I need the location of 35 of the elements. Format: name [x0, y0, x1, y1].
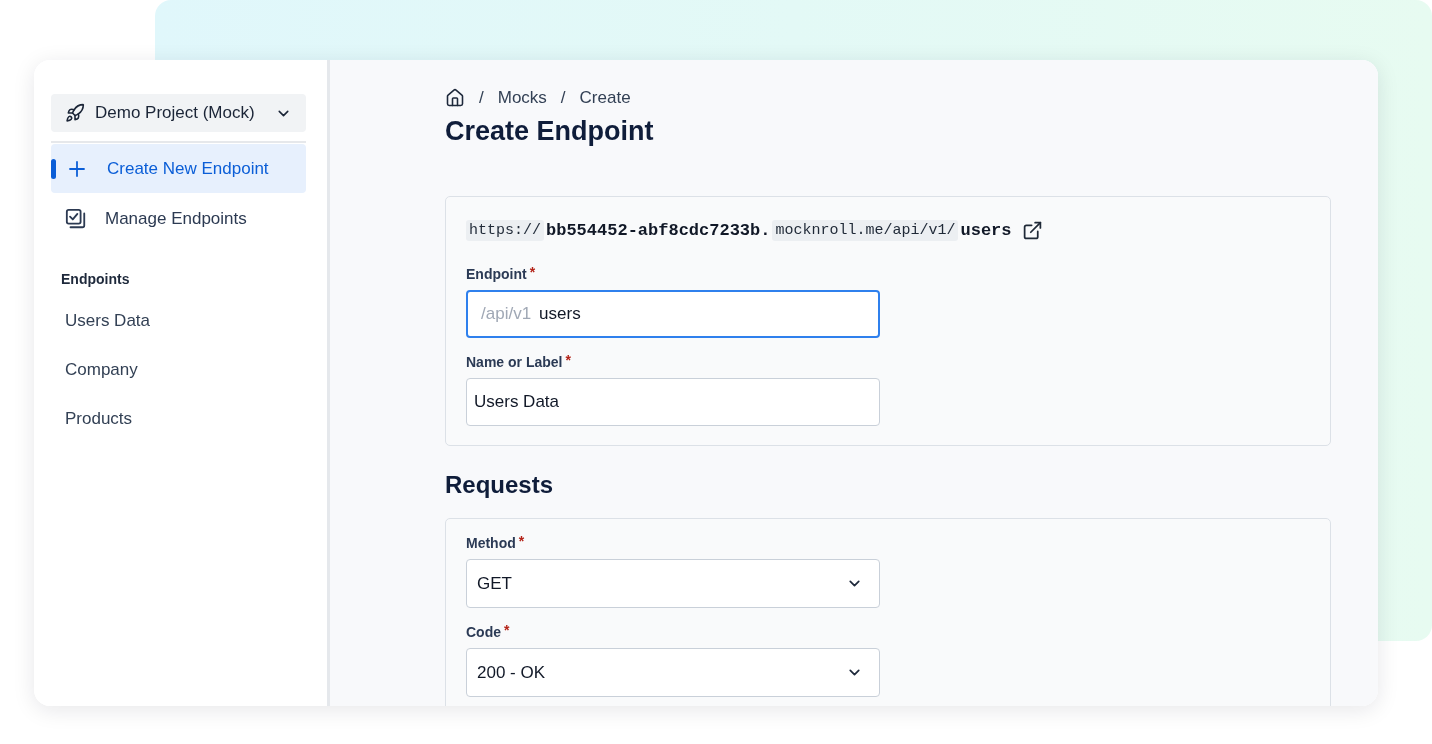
- sidebar-endpoint-item[interactable]: Users Data: [51, 296, 306, 345]
- page-title: Create Endpoint: [445, 115, 655, 148]
- breadcrumb-separator: /: [479, 88, 484, 108]
- breadcrumb-separator: /: [560, 88, 566, 108]
- dropdown-select[interactable]: GET: [466, 559, 880, 608]
- required-mark: *: [518, 534, 525, 548]
- rocket-icon: [65, 103, 85, 123]
- url-code-text: mocknroll.me/api/v1/: [772, 219, 959, 241]
- field-label: Code: [466, 623, 501, 641]
- input-prefix: /api/v1: [481, 304, 532, 324]
- url-bold-text: bb554452-abf8cdc7233b.: [545, 220, 772, 240]
- dropdown-select[interactable]: 200 - OK: [466, 648, 880, 697]
- sidebar-endpoint-item[interactable]: Products: [51, 394, 306, 443]
- text-input[interactable]: Users Data: [466, 378, 880, 426]
- url-code-text: https://: [466, 219, 544, 241]
- home-icon[interactable]: [445, 88, 465, 108]
- sidebar-nav-item[interactable]: Create New Endpoint: [51, 144, 306, 193]
- field-label: Name or Label: [466, 353, 563, 371]
- required-mark: *: [529, 265, 536, 279]
- url-bold-text: users: [959, 220, 1013, 240]
- stacked-checkbox-icon: [65, 207, 87, 230]
- required-mark: *: [504, 623, 510, 637]
- sidebar-endpoint-item[interactable]: Company: [51, 345, 306, 394]
- required-mark: *: [565, 353, 571, 367]
- breadcrumb-current: Create: [579, 88, 631, 108]
- field-label: Method: [466, 534, 516, 552]
- active-indicator: [51, 158, 56, 179]
- section-title: Requests: [445, 470, 555, 500]
- section-heading: Endpoints: [61, 271, 131, 287]
- field-label: Endpoint: [466, 265, 527, 283]
- project-selector[interactable]: Demo Project (Mock): [51, 94, 306, 132]
- text-input[interactable]: /api/v1 users: [466, 290, 880, 338]
- sidebar-nav-item[interactable]: Manage Endpoints: [51, 194, 306, 243]
- external-link-icon[interactable]: [1021, 219, 1043, 241]
- breadcrumb-link[interactable]: Mocks: [497, 88, 547, 108]
